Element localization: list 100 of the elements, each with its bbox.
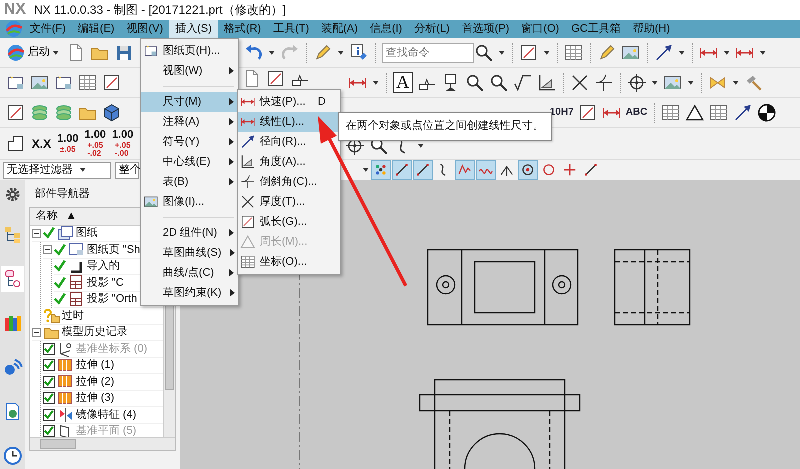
menu-item[interactable]: 图像(I)... bbox=[141, 192, 238, 212]
fit-tool[interactable]: 10H7 bbox=[550, 108, 574, 118]
tree-item[interactable]: 图纸 bbox=[76, 226, 98, 242]
table-icon[interactable] bbox=[708, 102, 729, 122]
menu-item[interactable]: 编辑(E) bbox=[72, 20, 121, 38]
checkbox[interactable] bbox=[43, 376, 55, 388]
half-circle-icon[interactable] bbox=[756, 102, 777, 122]
caret-icon[interactable] bbox=[362, 167, 370, 173]
horizontal-scrollbar[interactable] bbox=[30, 436, 175, 450]
search-field[interactable]: 查找命令 bbox=[382, 42, 474, 62]
menu-item[interactable]: 帮助(H) bbox=[626, 20, 676, 38]
menu-item[interactable]: 曲线/点(C) bbox=[141, 263, 238, 283]
menu-item[interactable]: 符号(Y) bbox=[141, 132, 238, 152]
layers-icon[interactable] bbox=[54, 102, 74, 122]
table-icon[interactable] bbox=[78, 72, 98, 92]
menu-item[interactable]: 视图(W) bbox=[141, 61, 238, 81]
menu-item[interactable]: 2D 组件(N) bbox=[141, 223, 238, 243]
decimal-tool[interactable]: X.X bbox=[32, 134, 52, 152]
caret-icon[interactable] bbox=[678, 50, 686, 56]
signal-icon[interactable] bbox=[2, 357, 22, 378]
menu-item[interactable]: 中心线(E) bbox=[141, 152, 238, 172]
checkbox[interactable] bbox=[43, 392, 55, 404]
tree-item[interactable]: 拉伸 (3) bbox=[76, 390, 114, 406]
sheet-icon[interactable] bbox=[6, 72, 26, 92]
caret-icon[interactable] bbox=[498, 50, 506, 56]
caret-icon[interactable] bbox=[732, 80, 740, 86]
menu-item[interactable]: 装配(A) bbox=[315, 20, 364, 38]
frame-icon[interactable] bbox=[519, 42, 539, 62]
note-tool[interactable]: A bbox=[393, 72, 413, 93]
tree-item[interactable]: 模型历史记录 bbox=[62, 324, 128, 340]
stepped-outline-icon[interactable] bbox=[6, 134, 26, 154]
text-tool[interactable]: ABC bbox=[626, 108, 648, 118]
menu-item[interactable]: 文件(F) bbox=[24, 20, 72, 38]
zigzag-icon[interactable] bbox=[455, 160, 475, 180]
tolerance-tool[interactable]: 1.00 +.05 -.00 bbox=[112, 130, 134, 158]
info-icon[interactable] bbox=[349, 42, 369, 62]
menu-item[interactable]: 倒斜角(C)... bbox=[238, 172, 340, 192]
check-icon[interactable] bbox=[54, 276, 66, 289]
collapse-icon[interactable] bbox=[43, 245, 52, 254]
caret-icon[interactable] bbox=[268, 50, 276, 56]
menu-item[interactable]: 草图约束(K) bbox=[141, 283, 238, 303]
arrow-icon[interactable] bbox=[654, 42, 674, 62]
caret-icon[interactable] bbox=[723, 50, 731, 56]
menu-item[interactable]: 尺寸(M) bbox=[141, 92, 238, 112]
menu-item[interactable]: 注释(A) bbox=[141, 112, 238, 132]
menu-item[interactable]: 图纸页(H)... bbox=[141, 41, 238, 61]
magnifier-icon[interactable] bbox=[465, 72, 485, 92]
triangle-icon[interactable] bbox=[684, 102, 705, 122]
undo-icon[interactable] bbox=[244, 42, 264, 62]
checkbox[interactable] bbox=[43, 359, 55, 372]
clock-icon[interactable] bbox=[2, 446, 22, 466]
pencil-icon[interactable] bbox=[313, 42, 333, 62]
collapse-icon[interactable] bbox=[32, 228, 41, 238]
tree-item[interactable]: 投影 "C bbox=[87, 274, 124, 291]
collapse-icon[interactable] bbox=[32, 328, 41, 337]
tolerance-tool[interactable]: 1.00 ±.05 bbox=[57, 134, 79, 154]
hierarchy-icon[interactable] bbox=[2, 224, 22, 245]
magnifier-icon[interactable] bbox=[474, 42, 494, 62]
crosshair-icon[interactable] bbox=[627, 72, 647, 92]
intersection-icon[interactable] bbox=[594, 72, 614, 92]
menu-item[interactable]: 快速(P)... D bbox=[238, 92, 340, 112]
caret-icon[interactable] bbox=[417, 143, 425, 149]
tree-item[interactable]: 拉伸 (2) bbox=[76, 374, 114, 390]
tree-item[interactable]: 过时 bbox=[62, 308, 84, 324]
menu-item[interactable]: GC工具箱 bbox=[565, 20, 627, 38]
table-icon[interactable] bbox=[660, 102, 681, 122]
menu-item[interactable]: 插入(S) bbox=[169, 20, 218, 38]
angle-icon[interactable] bbox=[537, 72, 557, 92]
tree-item[interactable]: 投影 "Orth bbox=[87, 291, 138, 308]
pencil-icon[interactable] bbox=[597, 42, 617, 62]
frame-icon[interactable] bbox=[578, 102, 598, 122]
menu-item[interactable]: 信息(I) bbox=[364, 20, 408, 38]
menu-item[interactable]: 工具(T) bbox=[267, 20, 316, 38]
frame-icon[interactable] bbox=[6, 102, 26, 122]
tree-item[interactable]: 拉伸 (1) bbox=[76, 357, 114, 374]
menu-item[interactable]: 坐标(O)... bbox=[238, 252, 340, 272]
menu-item[interactable]: 表(B) bbox=[141, 172, 238, 192]
caret-icon[interactable] bbox=[687, 80, 695, 86]
column-title[interactable]: 名称 bbox=[36, 208, 58, 224]
check-icon[interactable] bbox=[54, 244, 66, 256]
menu-item[interactable]: 窗口(O) bbox=[516, 20, 566, 38]
caret-icon[interactable] bbox=[337, 50, 345, 56]
caret-icon[interactable] bbox=[543, 50, 551, 56]
wave-icon[interactable] bbox=[476, 160, 496, 180]
menu-item[interactable]: 格式(R) bbox=[218, 20, 268, 38]
menu-item[interactable]: 视图(V) bbox=[120, 20, 170, 38]
frame-icon[interactable] bbox=[266, 69, 286, 89]
sheet-icon[interactable] bbox=[54, 72, 74, 92]
caret-icon[interactable] bbox=[651, 80, 659, 86]
scope-dropdown[interactable]: 整个 bbox=[115, 162, 139, 178]
filter-dropdown[interactable]: 无选择过滤器 bbox=[3, 162, 111, 178]
menu-item[interactable]: 草图曲线(S) bbox=[141, 243, 238, 263]
check-icon[interactable] bbox=[54, 293, 66, 306]
check-icon[interactable] bbox=[54, 260, 66, 272]
tree-item[interactable]: 导入的 bbox=[87, 258, 120, 274]
menu-item[interactable]: 线性(L)... bbox=[238, 112, 340, 132]
table-icon[interactable] bbox=[564, 42, 584, 62]
magnifier-icon[interactable] bbox=[489, 72, 509, 92]
caret-icon[interactable] bbox=[759, 50, 767, 56]
menu-item[interactable]: 弧长(G)... bbox=[238, 212, 340, 232]
